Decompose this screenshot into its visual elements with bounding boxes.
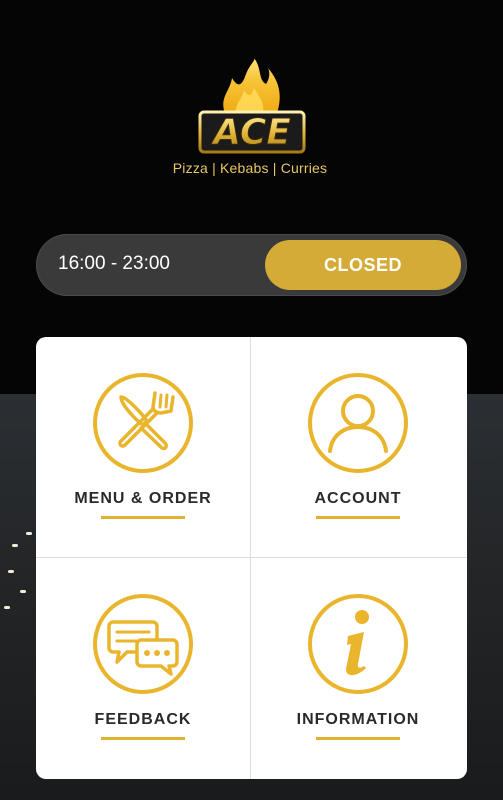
- sesame-seed: [8, 570, 14, 573]
- brand-tagline: Pizza | Kebabs | Curries: [172, 160, 328, 176]
- account-tile[interactable]: ACCOUNT: [251, 337, 465, 557]
- app-screen: ACE Pizza | Kebabs | Curries 16:00 - 23:…: [0, 0, 503, 800]
- sesame-seed: [12, 544, 18, 547]
- menu-order-tile[interactable]: MENU & ORDER: [36, 337, 250, 557]
- user-icon: [308, 373, 408, 473]
- account-label: ACCOUNT: [314, 490, 402, 507]
- sesame-seed: [26, 532, 32, 535]
- label-underline: [316, 737, 400, 740]
- feedback-label: FEEDBACK: [94, 711, 192, 728]
- info-icon: [308, 594, 408, 694]
- label-underline: [316, 516, 400, 519]
- information-label: INFORMATION: [296, 711, 420, 728]
- open-status-button[interactable]: CLOSED: [265, 240, 461, 290]
- main-menu-card: MENU & ORDER ACCOUNT FEEDBACK INFORMATIO…: [36, 337, 467, 779]
- sesame-seed: [4, 606, 10, 609]
- opening-hours-bar: 16:00 - 23:00 CLOSED: [36, 234, 467, 296]
- opening-hours-text: 16:00 - 23:00: [58, 253, 170, 274]
- sesame-seed: [20, 590, 26, 593]
- logo-text: ACE: [210, 112, 291, 153]
- label-underline: [101, 516, 185, 519]
- feedback-tile[interactable]: FEEDBACK: [36, 558, 250, 778]
- label-underline: [101, 737, 185, 740]
- menu-order-label: MENU & ORDER: [74, 490, 212, 507]
- chat-bubbles-icon: [93, 594, 193, 694]
- information-tile[interactable]: INFORMATION: [251, 558, 465, 778]
- ace-logo: ACE: [198, 58, 306, 154]
- knife-fork-icon: [93, 373, 193, 473]
